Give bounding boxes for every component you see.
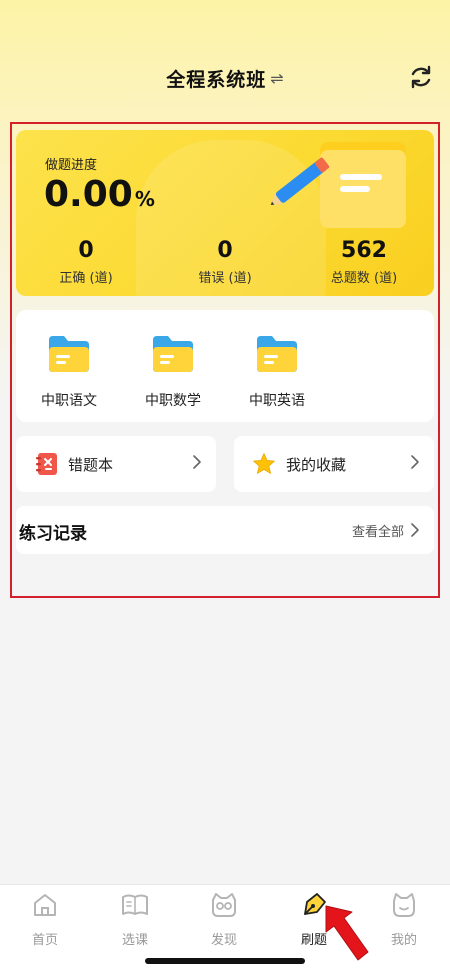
course-switcher[interactable]: 全程系统班 ⇌ [0,58,450,98]
highlight-frame [10,122,440,598]
cat-profile-icon [393,893,415,917]
swap-icon: ⇌ [270,68,284,88]
tab-label: 首页 [31,933,58,948]
refresh-icon[interactable] [408,64,434,90]
tab-label: 我的 [390,933,417,948]
course-title: 全程系统班 [166,68,267,91]
red-arrow-pointer [325,905,369,961]
tab-label: 选课 [121,933,148,948]
tab-courses[interactable]: 选课 [100,891,170,948]
home-icon [34,894,56,916]
tab-label: 发现 [210,933,237,948]
tab-home[interactable]: 首页 [10,891,80,948]
cat-face-icon [212,893,236,917]
tab-profile[interactable]: 我的 [369,891,439,948]
book-icon [122,894,148,915]
tab-discover[interactable]: 发现 [189,891,259,948]
home-indicator [145,958,305,964]
